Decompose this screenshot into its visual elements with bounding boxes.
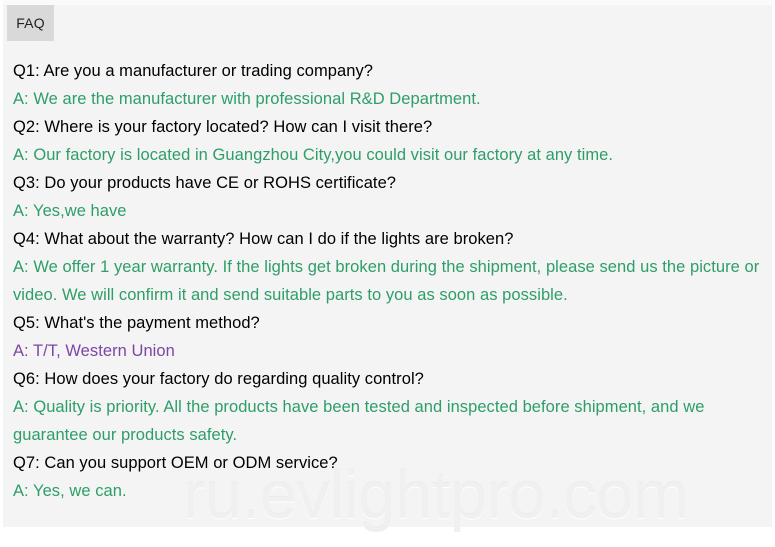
faq-answer: A: Yes,we have (13, 202, 127, 220)
faq-question: Q7: Can you support OEM or ODM service? (13, 454, 338, 472)
faq-answer: A: Quality is priority. All the products… (13, 398, 705, 444)
faq-answer: A: Yes, we can. (13, 482, 127, 500)
left-margin (0, 0, 3, 547)
faq-page: FAQ Q1: Are you a manufacturer or tradin… (0, 0, 775, 547)
faq-question: Q5: What's the payment method? (13, 314, 260, 332)
faq-list: Q1: Are you a manufacturer or trading co… (13, 57, 762, 505)
tab-bar: FAQ (3, 5, 772, 41)
faq-question: Q2: Where is your factory located? How c… (13, 118, 433, 136)
faq-question: Q1: Are you a manufacturer or trading co… (13, 62, 373, 80)
tab-faq-label: FAQ (16, 15, 45, 31)
faq-question: Q6: How does your factory do regarding q… (13, 370, 424, 388)
bottom-margin (0, 527, 775, 547)
tab-faq[interactable]: FAQ (7, 5, 54, 41)
faq-content-panel: Q1: Are you a manufacturer or trading co… (3, 41, 772, 527)
faq-answer: A: We offer 1 year warranty. If the ligh… (13, 258, 760, 304)
faq-question: Q4: What about the warranty? How can I d… (13, 230, 514, 248)
faq-answer: A: We are the manufacturer with professi… (13, 90, 481, 108)
faq-question: Q3: Do your products have CE or ROHS cer… (13, 174, 397, 192)
faq-answer: A: T/T, Western Union (13, 342, 175, 360)
faq-answer: A: Our factory is located in Guangzhou C… (13, 146, 613, 164)
